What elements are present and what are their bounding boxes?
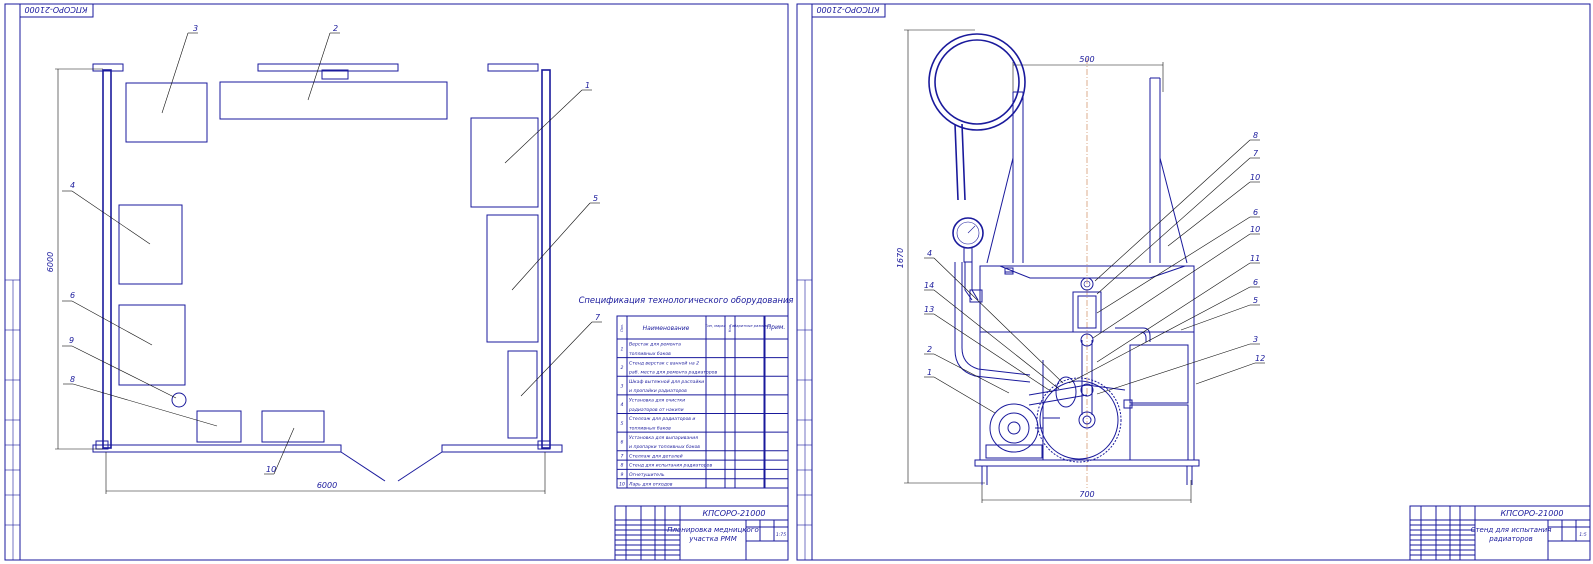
dimension-width: 6000 xyxy=(317,481,337,490)
title-name-2-1: Стенд для испытания xyxy=(1471,526,1552,534)
equipment-8 xyxy=(196,410,242,443)
corner-stamp: КПСОРО-21000 xyxy=(24,5,87,14)
callout-s2-8: 8 xyxy=(1253,131,1258,140)
spec-row-pos: 3 xyxy=(621,384,624,390)
callout-5: 5 xyxy=(593,194,598,203)
callout-1: 1 xyxy=(585,81,590,90)
title-block-2: КПСОРО-21000 Стенд для испытания радиато… xyxy=(1409,505,1591,561)
dimension-height: 6000 xyxy=(46,252,55,272)
title-scale-2: 1:5 xyxy=(1579,532,1586,538)
callout-s2-7: 7 xyxy=(1253,149,1259,158)
equipment-10 xyxy=(261,410,325,443)
title-name-2-2: радиаторов xyxy=(1488,535,1533,543)
spec-row-name: Стенд верстак с ванной на 2 xyxy=(629,360,699,366)
leaders-sheet1: 3 2 1 4 5 6 7 9 8 10 xyxy=(62,24,602,475)
spec-table: Спецификация технологического оборудован… xyxy=(579,295,794,489)
spec-title: Спецификация технологического оборудован… xyxy=(579,295,794,305)
callout-2: 2 xyxy=(333,24,338,33)
title-scale: 1:75 xyxy=(776,532,786,538)
spec-row-pos: 2 xyxy=(621,365,624,371)
spec-row-pos: 7 xyxy=(621,453,624,459)
fire-extinguisher-9 xyxy=(171,392,187,408)
callout-s2-1: 1 xyxy=(927,368,932,377)
equipment-3 xyxy=(125,82,208,143)
spec-row-pos: 1 xyxy=(621,346,624,352)
spec-header-type: Тип, марка xyxy=(705,324,726,328)
spec-row-name: Установка для выпаривания xyxy=(629,435,698,441)
dimension-height-2: 1670 xyxy=(896,248,905,268)
callout-s2-3: 3 xyxy=(1253,335,1258,344)
spec-row-name: и пропарки топливных баков xyxy=(629,444,700,450)
callout-s2-6a: 6 xyxy=(1253,208,1258,217)
spec-row-name: раб. места для ремонта радиаторов xyxy=(628,370,717,376)
equipment-5 xyxy=(486,214,539,343)
leaders-sheet2: 8 7 10 6 10 11 6 5 3 12 4 14 13 2 1 xyxy=(924,131,1265,414)
callout-s2-6b: 6 xyxy=(1253,278,1258,287)
spec-row-name: Верстак для ремонта xyxy=(629,342,681,348)
technical-drawing: КПСОРО-21000 6000 6000 3 2 1 4 5 6 7 9 8… xyxy=(4,3,1591,561)
callout-s2-12: 12 xyxy=(1255,354,1265,363)
spec-row-pos: 10 xyxy=(619,481,625,487)
pump-mechanism xyxy=(985,333,1126,463)
spec-header-name: Наименование xyxy=(643,325,690,332)
title-name-1: Планировка медницкого xyxy=(667,526,759,534)
spec-row-name: топливных баков xyxy=(629,425,671,431)
callout-4: 4 xyxy=(70,181,75,190)
spec-header-size: Габаритные размеры xyxy=(730,324,770,328)
equipment-4 xyxy=(118,204,183,285)
dimensions-sheet1: 6000 6000 xyxy=(46,68,546,494)
callout-8: 8 xyxy=(70,375,75,384)
callout-s2-5: 5 xyxy=(1253,296,1258,305)
equipment-2 xyxy=(219,81,448,120)
callout-10: 10 xyxy=(266,465,276,474)
spec-row-name: топливных баков xyxy=(629,351,671,357)
spec-row-name: Огнетушитель xyxy=(629,472,665,478)
left-margin-strips xyxy=(5,279,20,560)
callout-6: 6 xyxy=(70,291,75,300)
spec-row-name: Стеллаж для деталей xyxy=(629,453,683,459)
spec-row-pos: 4 xyxy=(621,402,624,408)
spec-row-pos: 5 xyxy=(621,421,624,427)
title-name-2: участка РММ xyxy=(688,535,737,543)
dimension-top: 500 xyxy=(1079,55,1094,64)
equipment xyxy=(118,81,539,443)
sheet-2: КПСОРО-21000 500 1670 700 8 7 10 6 10 11… xyxy=(796,3,1591,561)
equipment-1 xyxy=(470,117,539,208)
callout-s2-11: 11 xyxy=(1250,254,1260,263)
corner-stamp-2: КПСОРО-21000 xyxy=(816,5,879,14)
spec-row-name: радиаторов от накипи xyxy=(628,408,684,413)
spec-row-name: Установка для очистки xyxy=(629,398,685,404)
spec-row-name: Шкаф вытяжной для распайки xyxy=(629,379,704,385)
dimension-bottom: 700 xyxy=(1079,490,1094,499)
spec-row-name: и пропайки радиаторов xyxy=(629,388,687,394)
spec-row-pos: 8 xyxy=(621,463,624,469)
spec-header-pos: Поз. xyxy=(620,324,624,332)
callout-s2-10a: 10 xyxy=(1250,173,1260,182)
title-code: КПСОРО-21000 xyxy=(702,509,765,518)
spec-row-name: Стенд для испытания радиаторов xyxy=(629,463,712,469)
callout-s2-2: 2 xyxy=(927,345,932,354)
spec-row-pos: 6 xyxy=(621,439,624,445)
left-margin-strips-2 xyxy=(797,279,812,560)
room-walls xyxy=(92,63,563,482)
spec-rows: 1 Верстак для ремонта топливных баков 2 Стен… xyxy=(617,342,788,487)
callout-s2-14: 14 xyxy=(924,281,934,290)
spec-row-pos: 9 xyxy=(621,472,624,478)
sheet-1: КПСОРО-21000 6000 6000 3 2 1 4 5 6 7 9 8… xyxy=(4,3,794,561)
callout-s2-4: 4 xyxy=(927,249,932,258)
callout-3: 3 xyxy=(193,24,198,33)
spec-row-name: Стеллаж для радиаторов и xyxy=(629,416,695,422)
title-block-1: КПСОРО-21000 Планировка медницкого участ… xyxy=(614,505,789,561)
spec-row-name: Ларь для отходов xyxy=(628,481,673,487)
title-code-2: КПСОРО-21000 xyxy=(1500,509,1563,518)
callout-s2-10b: 10 xyxy=(1250,225,1260,234)
spec-header-note: Прим. xyxy=(767,324,786,331)
callout-s2-13: 13 xyxy=(924,305,934,314)
callout-7: 7 xyxy=(595,313,601,322)
callout-9: 9 xyxy=(69,336,74,345)
